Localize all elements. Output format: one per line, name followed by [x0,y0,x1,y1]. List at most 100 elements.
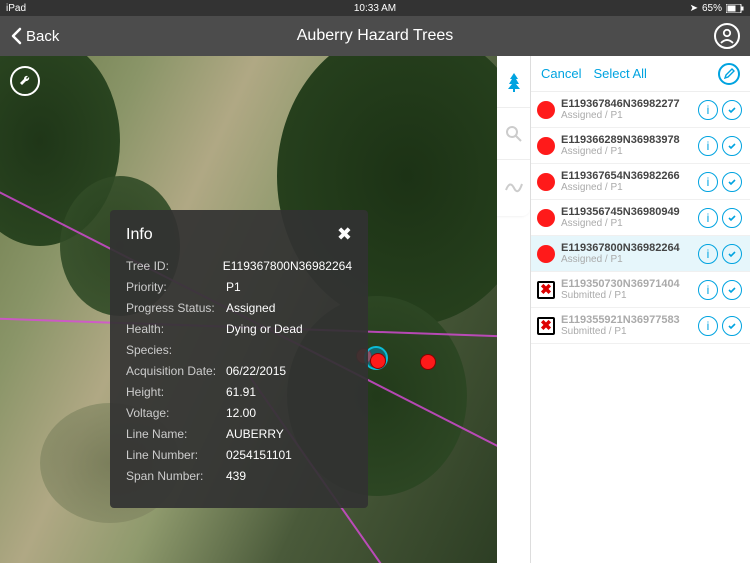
info-icon[interactable]: i [698,244,718,264]
map-marker[interactable] [370,353,386,369]
info-value: 0254151101 [226,448,292,462]
rail-tab-trees[interactable] [497,56,530,108]
list-item[interactable]: E119366289N36983978Assigned / P1 i [531,128,750,164]
status-dot [537,101,555,119]
list-item[interactable]: E119367800N36982264Assigned / P1 i [531,236,750,272]
side-panel: Cancel Select All E119367846N36982277Ass… [530,56,750,563]
list-item-sub: Assigned / P1 [561,254,692,265]
info-label: Progress Status: [126,301,226,315]
info-row: Tree ID:E119367800N36982264 [126,259,352,273]
search-icon [505,125,523,143]
info-label: Span Number: [126,469,226,483]
status-right: ➤ 65% [690,3,744,14]
check-icon[interactable] [722,316,742,336]
route-icon [504,178,524,194]
info-row: Progress Status:Assigned [126,301,352,315]
list-item[interactable]: ✖ E119350730N36971404Submitted / P1 i [531,272,750,308]
info-title: Info [126,226,153,244]
list-item-actions: i [698,316,742,336]
close-icon[interactable]: ✖ [337,224,352,245]
list-item-title: E119356745N36980949 [561,206,692,218]
info-row: Line Number:0254151101 [126,448,352,462]
info-label: Line Name: [126,427,226,441]
nav-bar: Back Auberry Hazard Trees [0,16,750,56]
cancel-button[interactable]: Cancel [541,66,581,81]
list-item[interactable]: ✖ E119355921N36977583Submitted / P1 i [531,308,750,344]
list-item-actions: i [698,100,742,120]
profile-icon [719,28,735,44]
info-label: Line Number: [126,448,226,462]
check-icon[interactable] [722,100,742,120]
profile-button[interactable] [714,23,740,49]
info-row: Span Number:439 [126,469,352,483]
map-marker[interactable] [420,354,436,370]
list-item-actions: i [698,244,742,264]
map-area[interactable]: Info ✖ Tree ID:E119367800N36982264 Priori… [0,56,497,563]
list-item-sub: Assigned / P1 [561,182,692,193]
check-icon[interactable] [722,208,742,228]
info-label: Voltage: [126,406,226,420]
list-item-actions: i [698,208,742,228]
rail-tab-search[interactable] [497,108,530,160]
list-item-text: E119367654N36982266Assigned / P1 [561,170,692,193]
info-value: AUBERRY [226,427,284,441]
info-label: Species: [126,343,226,357]
info-row: Priority:P1 [126,280,352,294]
info-label: Acquisition Date: [126,364,226,378]
select-all-button[interactable]: Select All [593,66,646,81]
list-item[interactable]: E119367654N36982266Assigned / P1 i [531,164,750,200]
back-button[interactable]: Back [10,27,59,45]
status-dot [537,173,555,191]
device-label: iPad [6,3,26,14]
status-dot: ✖ [537,317,555,335]
info-icon[interactable]: i [698,136,718,156]
list-item-text: E119356745N36980949Assigned / P1 [561,206,692,229]
list-item-text: E119355921N36977583Submitted / P1 [561,314,692,337]
list-item-text: E119350730N36971404Submitted / P1 [561,278,692,301]
info-row: Species: [126,343,352,357]
info-value: Assigned [226,301,275,315]
tools-button[interactable] [10,66,40,96]
list-item-text: E119367800N36982264Assigned / P1 [561,242,692,265]
info-row: Line Name:AUBERRY [126,427,352,441]
info-value: 06/22/2015 [226,364,286,378]
list-item[interactable]: E119356745N36980949Assigned / P1 i [531,200,750,236]
chevron-left-icon [10,27,24,45]
check-icon[interactable] [722,244,742,264]
battery-icon [726,4,744,13]
list-item-title: E119367654N36982266 [561,170,692,182]
info-value: 61.91 [226,385,256,399]
check-icon[interactable] [722,136,742,156]
info-label: Tree ID: [126,259,223,273]
info-value: 439 [226,469,246,483]
info-icon[interactable]: i [698,316,718,336]
info-icon[interactable]: i [698,208,718,228]
location-icon: ➤ [690,3,698,14]
list-item-actions: i [698,136,742,156]
list-item-sub: Assigned / P1 [561,218,692,229]
battery-label: 65% [702,3,722,14]
info-icon[interactable]: i [698,280,718,300]
rail-tab-route[interactable] [497,160,530,212]
wrench-icon [17,73,33,89]
status-bar: iPad 10:33 AM ➤ 65% [0,0,750,16]
info-icon[interactable]: i [698,172,718,192]
info-icon[interactable]: i [698,100,718,120]
status-dot [537,209,555,227]
status-dot [537,137,555,155]
edit-button[interactable] [718,63,740,85]
status-time: 10:33 AM [354,3,396,14]
check-icon[interactable] [722,280,742,300]
info-label: Height: [126,385,226,399]
list-item-actions: i [698,172,742,192]
check-icon[interactable] [722,172,742,192]
info-value: Dying or Dead [226,322,303,336]
status-dot: ✖ [537,281,555,299]
tree-icon [506,72,522,92]
list-item-sub: Assigned / P1 [561,110,692,121]
tree-list[interactable]: E119367846N36982277Assigned / P1iE119366… [531,92,750,563]
pencil-icon [724,68,735,79]
list-item-text: E119367846N36982277Assigned / P1 [561,98,692,121]
list-item-text: E119366289N36983978Assigned / P1 [561,134,692,157]
list-item[interactable]: E119367846N36982277Assigned / P1 i [531,92,750,128]
